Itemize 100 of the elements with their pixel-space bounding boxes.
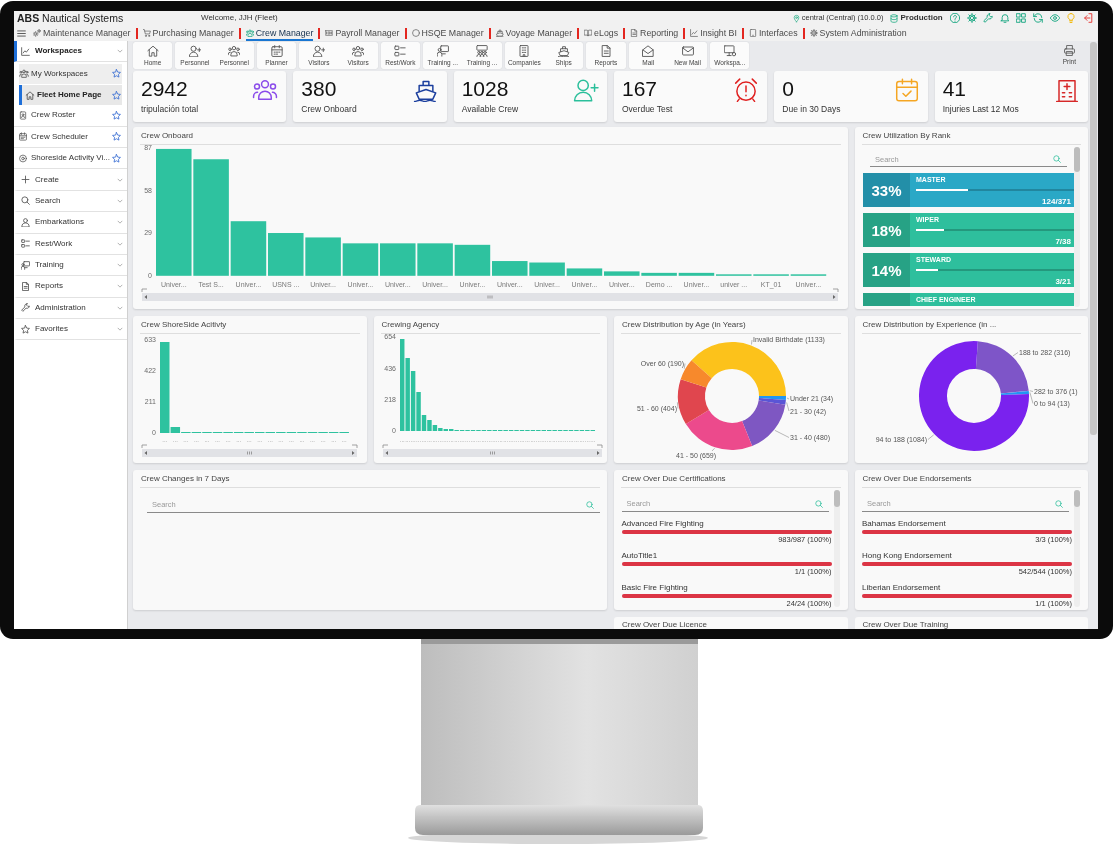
sidebar-item[interactable]: Fleet Home Page [19,85,122,106]
item-name: Basic Fire Fighting [621,583,688,593]
card-title: Crew Over Due Licence [622,620,707,629]
leader-line [1012,352,1018,357]
app-tab[interactable]: Reporting [630,25,679,41]
kpi-value: 380 [301,78,337,99]
chevron-down-icon [117,48,123,55]
star-icon[interactable] [112,69,121,79]
refresh-icon[interactable] [1032,13,1043,23]
target-icon [19,153,27,163]
monitor-icon [723,44,736,57]
id-badge-icon [19,110,27,120]
chevron-down-icon [117,262,123,269]
app-tab[interactable]: Purchasing Manager [142,25,234,41]
app-tab[interactable]: Maintenance Manager [33,25,131,41]
kpi-label: Available Crew [461,104,519,114]
user-plus-icon [188,44,201,57]
logout-icon[interactable] [1082,13,1093,23]
chart-bar [268,233,304,276]
tablet-icon [748,29,757,37]
leader-line [711,447,715,452]
sidebar-group[interactable]: Embarkations [14,212,127,234]
star-icon[interactable] [112,110,121,120]
ship-icon [495,29,504,37]
scrollbar-thumb[interactable] [1074,490,1080,507]
star-icon[interactable] [112,132,121,142]
chevron-down-icon [117,197,123,204]
home-icon [25,90,35,100]
app-tab[interactable]: Voyage Manager [495,25,573,41]
search-icon [21,196,30,206]
card-title: Crew Over Due Endorsements [862,474,972,484]
app-tab[interactable]: Payroll Manager [325,25,400,41]
star-icon[interactable] [112,90,121,100]
document-icon [599,44,612,57]
app-tab[interactable]: eLogs [584,25,619,41]
star-icon[interactable] [112,153,121,163]
sidebar-item[interactable]: Crew Scheduler [14,126,127,148]
settings-icon[interactable] [966,13,977,23]
whiteboard-users-icon [476,44,488,57]
sidebar-group[interactable]: Create [14,169,127,191]
chart-scrollbar[interactable] [141,444,358,457]
chart-scrollbar[interactable] [141,288,839,301]
search-icon[interactable] [814,499,823,508]
sidebar-group[interactable]: Rest/Work [14,233,127,255]
search-icon[interactable] [586,500,594,509]
item-name: Bahamas Endorsement [862,519,946,529]
app-tab[interactable]: System Administration [809,25,907,41]
search-icon[interactable] [1055,499,1063,508]
sidebar-group[interactable]: Reports [14,276,127,298]
grid-icon[interactable] [1016,13,1027,23]
chart-bar [417,243,453,276]
card-title: Crew Distribution by Age (in Years) [622,320,746,330]
kpi-value: 1028 [461,78,509,99]
lightbulb-icon[interactable] [1066,13,1077,23]
card-title: Crew Over Due Certifications [622,474,726,484]
percent-value: 33% [871,182,902,198]
chevron-down-icon [117,304,123,311]
chart-bar [342,243,379,276]
sidebar-item[interactable]: Crew Roster [14,105,127,127]
kpi-label: Crew Onboard [301,104,357,114]
leader-line [786,402,790,412]
presentation-icon [21,260,30,270]
scrollbar-thumb[interactable] [1074,147,1080,172]
sidebar-group[interactable]: Search [14,190,127,213]
menu-icon[interactable] [17,28,26,38]
sidebar-group[interactable]: Training [14,254,127,277]
bell-icon[interactable] [999,13,1010,23]
banknote-icon [325,29,334,37]
plus-icon [21,175,30,185]
wrench-icon[interactable] [983,13,994,23]
user-plus-icon [312,44,325,57]
rank-count: 124/371 [1042,197,1071,206]
help-icon[interactable] [949,13,960,23]
line-chart-icon [21,46,30,56]
leader-line [751,339,753,345]
sidebar-group[interactable]: Administration [14,297,127,320]
search-icon[interactable] [1053,155,1061,163]
list-icon [394,44,407,57]
scrollbar-thumb[interactable] [1090,42,1097,435]
chart-bar [305,237,341,276]
sidebar-item[interactable]: Shoreside Activity Vi... [14,147,127,170]
item-name: Liberian Endorsement [862,583,941,593]
card-title: Crew Onboard [141,131,194,141]
database-icon [890,13,899,23]
item-name: AutoTitle1 [621,551,658,561]
scrollbar-thumb[interactable] [833,490,840,507]
app-tab[interactable]: Interfaces [748,25,798,41]
chevron-down-icon [117,283,123,290]
circle-icon [411,29,420,37]
eye-icon[interactable] [1049,13,1060,23]
presentation-icon [436,44,449,57]
users-icon [228,44,241,57]
chart-scrollbar[interactable] [382,444,602,457]
sidebar-item[interactable]: My Workspaces [19,63,122,84]
percent-value: 14% [871,262,902,278]
sidebar-group[interactable]: Favorites [14,319,127,341]
app-tab[interactable]: Insight BI [690,25,737,41]
app-tab[interactable]: HSQE Manager [411,25,484,41]
wrench-icon [21,303,30,313]
item-name: Hong Kong Endorsement [862,551,952,561]
